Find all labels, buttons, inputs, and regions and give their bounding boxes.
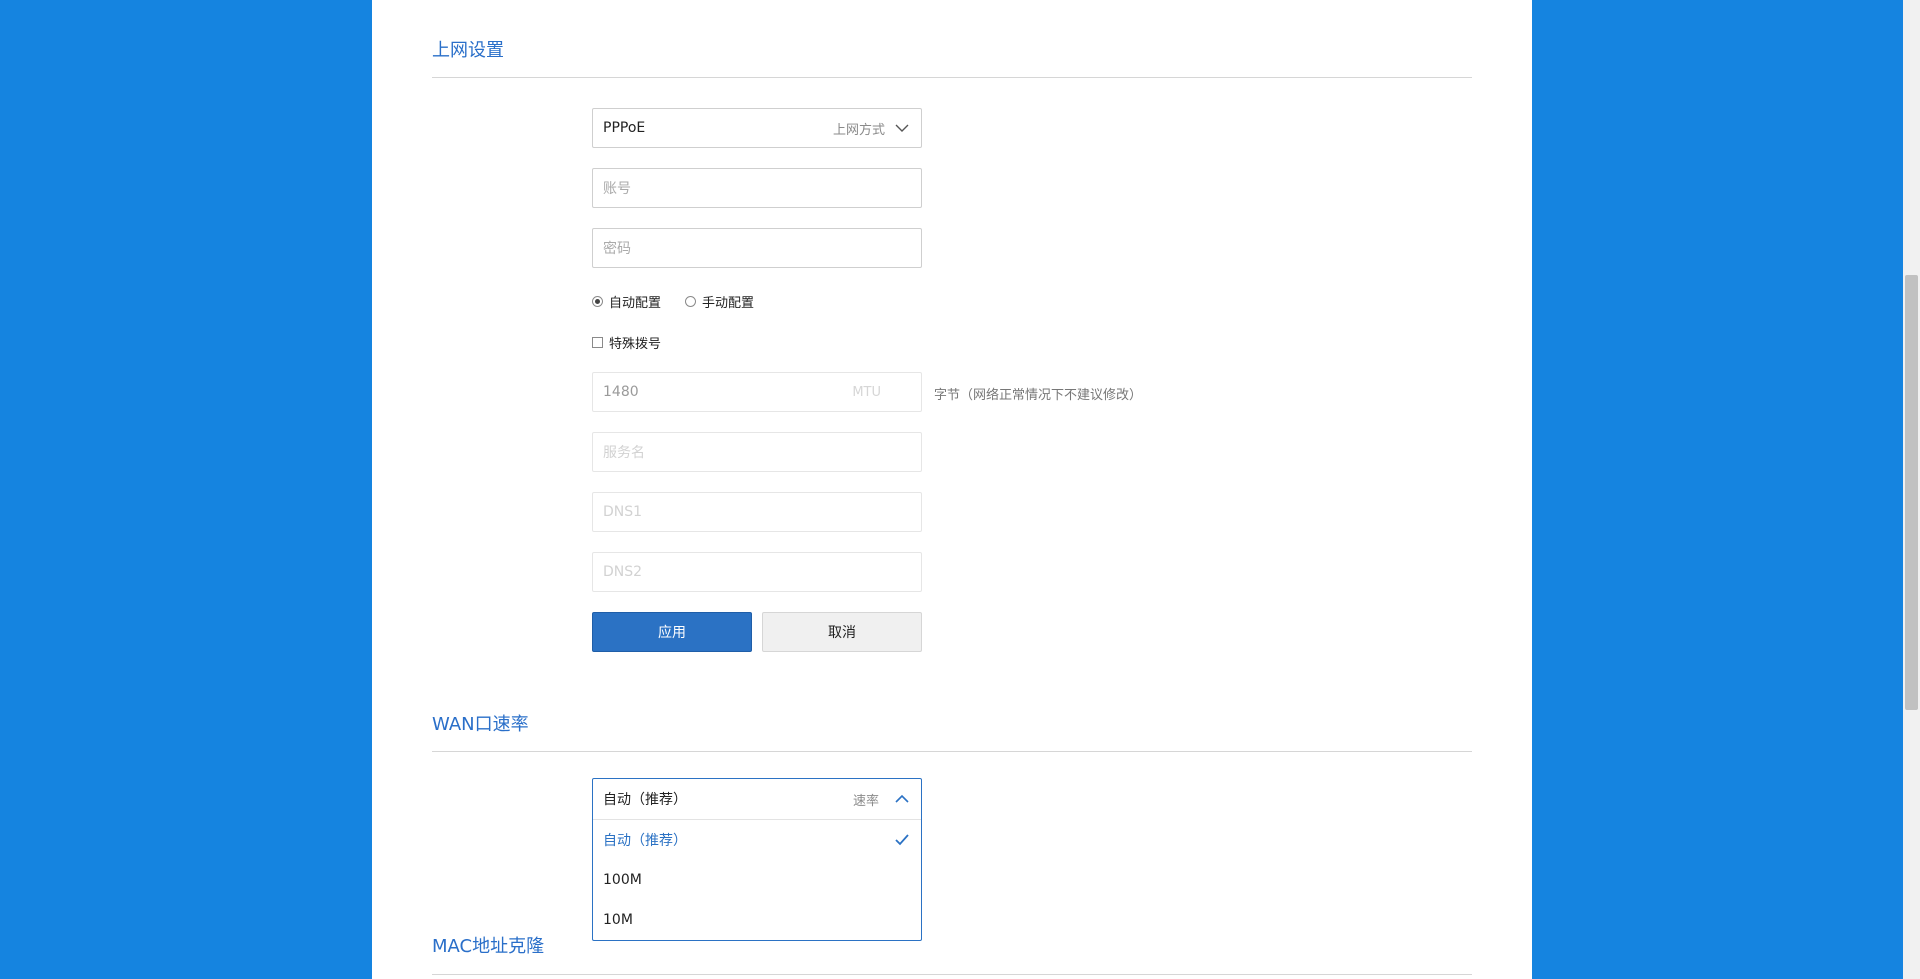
wan-speed-option-label: 10M — [603, 912, 633, 928]
service-name-placeholder: 服务名 — [603, 445, 645, 461]
wan-speed-option-label: 自动（推荐） — [603, 833, 687, 849]
special-dial-label: 特殊拨号 — [609, 337, 662, 352]
wan-section-title: WAN口速率 — [432, 714, 529, 735]
mtu-label: MTU — [852, 384, 881, 400]
chevron-down-icon — [895, 124, 909, 132]
wan-speed-dropdown[interactable]: 自动（推荐） 速率 自动（推荐） 100M 10M — [592, 778, 922, 941]
wan-speed-option-100m[interactable]: 100M — [593, 860, 921, 900]
wan-speed-option-10m[interactable]: 10M — [593, 900, 921, 940]
manual-config-radio-dot[interactable] — [685, 296, 697, 307]
special-dial-checkbox[interactable] — [592, 337, 603, 348]
scrollbar-thumb[interactable] — [1905, 275, 1918, 710]
internet-section-divider — [432, 77, 1472, 78]
mtu-hint: 字节（网络正常情况下不建议修改） — [934, 388, 1143, 403]
wan-speed-label: 速率 — [852, 793, 879, 809]
dns1-placeholder: DNS1 — [603, 504, 643, 520]
dns1-input[interactable]: DNS1 — [592, 492, 922, 532]
password-placeholder: 密码 — [603, 241, 631, 257]
manual-config-radio[interactable]: 手动配置 — [685, 292, 754, 311]
mtu-input[interactable]: 1480 MTU — [592, 372, 922, 412]
account-placeholder: 账号 — [603, 181, 631, 197]
settings-panel: 上网设置 PPPoE 上网方式 账号 密码 自动配置 手动配置 特殊拨号 148… — [372, 0, 1532, 979]
mac-section-title: MAC地址克隆 — [432, 936, 545, 957]
internet-section-title: 上网设置 — [432, 40, 504, 61]
wan-speed-option-auto[interactable]: 自动（推荐） — [593, 820, 921, 860]
auto-config-label: 自动配置 — [609, 296, 662, 311]
wan-speed-select[interactable]: 自动（推荐） 速率 — [593, 779, 921, 820]
account-input[interactable]: 账号 — [592, 168, 922, 208]
mac-section-divider — [432, 974, 1472, 975]
auto-config-radio[interactable]: 自动配置 — [592, 292, 661, 311]
wan-speed-value: 自动（推荐） — [603, 792, 687, 808]
mtu-value: 1480 — [603, 384, 639, 400]
apply-button[interactable]: 应用 — [592, 612, 752, 652]
special-dial-checkbox-row[interactable]: 特殊拨号 — [592, 333, 661, 352]
connection-mode-select[interactable]: PPPoE 上网方式 — [592, 108, 922, 148]
connection-mode-value: PPPoE — [603, 120, 646, 136]
service-name-input[interactable]: 服务名 — [592, 432, 922, 472]
cancel-button[interactable]: 取消 — [762, 612, 922, 652]
connection-mode-label: 上网方式 — [832, 122, 885, 138]
wan-section-divider — [432, 751, 1472, 752]
config-radio-group: 自动配置 手动配置 — [592, 292, 778, 311]
password-input[interactable]: 密码 — [592, 228, 922, 268]
wan-speed-option-label: 100M — [603, 872, 642, 888]
dns2-input[interactable]: DNS2 — [592, 552, 922, 592]
vertical-scrollbar[interactable] — [1903, 0, 1920, 979]
page-viewport: 上网设置 PPPoE 上网方式 账号 密码 自动配置 手动配置 特殊拨号 148… — [0, 0, 1920, 979]
manual-config-label: 手动配置 — [702, 296, 755, 311]
check-icon — [895, 834, 909, 846]
chevron-up-icon — [895, 794, 909, 803]
auto-config-radio-dot[interactable] — [592, 296, 603, 307]
dns2-placeholder: DNS2 — [603, 564, 643, 580]
